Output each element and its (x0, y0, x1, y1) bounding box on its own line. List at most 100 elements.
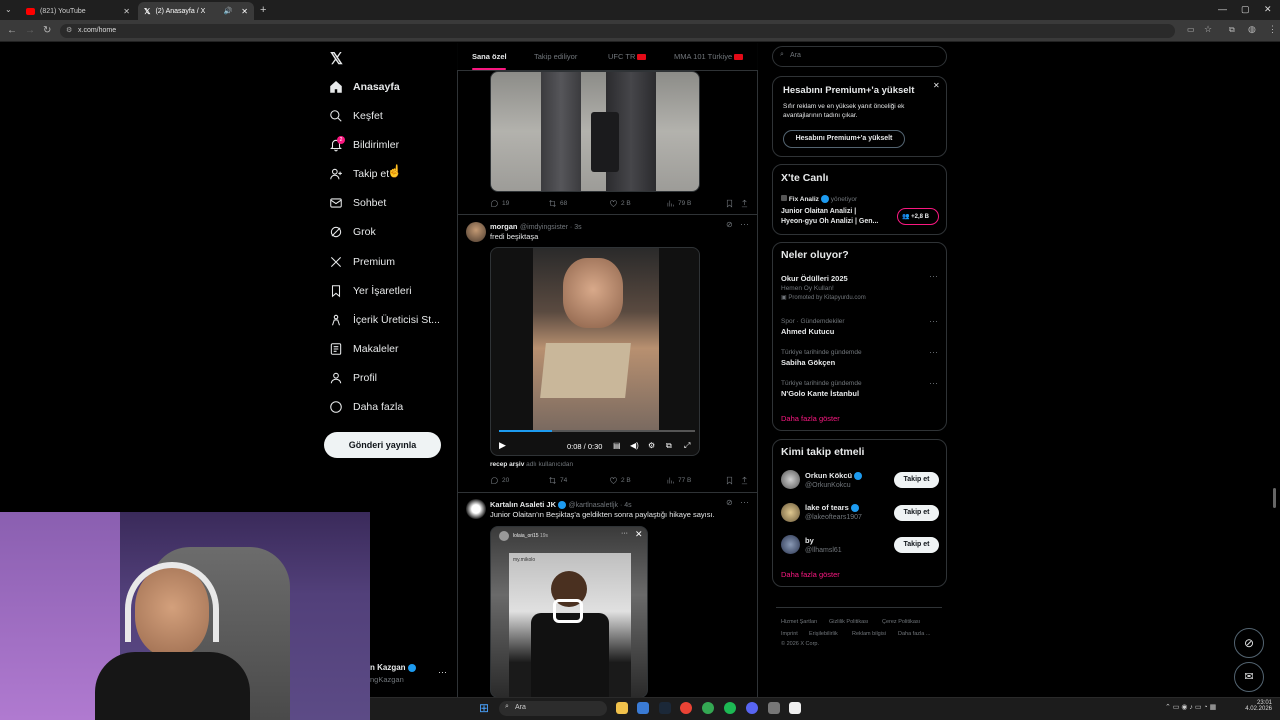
pip-icon[interactable]: ⧉ (666, 441, 672, 451)
follow-button[interactable]: Takip et (894, 505, 939, 521)
suggested-user[interactable]: Orkun Kökcü @OrkunKokcu (805, 471, 863, 489)
nav-item-creator-studio[interactable]: İçerik Üreticisi St... (329, 313, 440, 327)
bookmark-button[interactable] (725, 476, 734, 485)
nav-item-follow[interactable]: Takip et (329, 167, 389, 181)
account-name[interactable]: n Kazgan (370, 663, 416, 672)
live-listeners-badge[interactable]: 👥 +2,8 B (897, 208, 939, 225)
tab-for-you[interactable]: Sana özel (472, 52, 507, 61)
wtf-show-more[interactable]: Daha fazla göster (781, 570, 840, 579)
extensions-icon[interactable]: ⧉ (1229, 25, 1235, 35)
video-progress-track[interactable] (499, 430, 695, 432)
bookmark-button[interactable] (725, 199, 734, 208)
x-logo-icon[interactable]: 𝕏 (330, 49, 343, 69)
install-icon[interactable]: ▭ (1187, 25, 1195, 34)
nav-item-premium[interactable]: Premium (329, 255, 395, 269)
author-handle[interactable]: @kartlnasaletljk · 4s (569, 502, 632, 509)
live-line1[interactable]: Junior Olaitan Analizi | (781, 208, 856, 215)
nav-item-bookmarks[interactable]: Yer İşaretleri (329, 284, 412, 298)
maximize-icon[interactable]: ▢ (1241, 4, 1250, 15)
footer-link[interactable]: Imprint (781, 631, 798, 637)
post-image[interactable]: lolaia_ori15 19s ··· ✕ my.mikolo (490, 526, 648, 698)
author-name[interactable]: Kartalın Asaleti JK (490, 500, 556, 509)
footer-link[interactable]: Daha fazla ... (898, 631, 930, 637)
fullscreen-icon[interactable]: ⤢ (684, 441, 690, 451)
nav-item-home[interactable]: Anasayfa (329, 80, 400, 94)
trends-show-more[interactable]: Daha fazla göster (781, 414, 840, 423)
grok-icon[interactable]: ⊘ (726, 498, 733, 507)
live-host[interactable]: Fix Analiz yönetiyor (781, 195, 857, 204)
bookmark-star-icon[interactable]: ☆ (1204, 24, 1212, 35)
tab-ufc-tr[interactable]: UFC TR (608, 52, 647, 61)
windows-start-icon[interactable]: ⊞ (479, 701, 489, 715)
site-info-icon[interactable]: ⚙ (66, 26, 72, 34)
nav-item-profile[interactable]: Profil (329, 371, 377, 385)
share-button[interactable] (740, 199, 749, 208)
grok-icon[interactable]: ⊘ (726, 220, 733, 229)
repost-button[interactable]: 74 (548, 476, 567, 485)
share-button[interactable] (740, 476, 749, 485)
taskbar-search[interactable]: Ara (499, 701, 607, 716)
messages-fab[interactable]: ✉ (1234, 662, 1264, 692)
suggested-user[interactable]: lake of tears @lakeoftears1907 (805, 503, 862, 521)
close-icon[interactable]: ✕ (933, 81, 940, 90)
play-icon[interactable]: ▶ (499, 440, 506, 451)
views-button[interactable]: 79 B (666, 199, 691, 208)
footer-link[interactable]: Gizlilik Politikası (829, 619, 868, 625)
close-icon[interactable]: ✕ (123, 7, 130, 16)
source-name[interactable]: recep arşiv (490, 461, 524, 468)
suggested-user[interactable]: by @llhamsl61 (805, 536, 842, 554)
views-button[interactable]: 77 B (666, 476, 691, 485)
tray-icons[interactable]: ⌃ ▭ ◉ ♪ ▭ ◔ ▦ (1165, 703, 1216, 711)
url-input[interactable]: x.com/home (60, 24, 1175, 38)
account-more-icon[interactable]: ··· (438, 667, 447, 677)
post-more-icon[interactable]: ··· (740, 219, 749, 229)
post-video[interactable]: ▶ 0:08 / 0:30 ▤ ◀) ⚙ ⧉ ⤢ (490, 247, 700, 456)
tab-youtube[interactable]: (821) YouTube ✕ (20, 2, 136, 20)
discord-icon[interactable] (746, 702, 758, 714)
footer-link[interactable]: Erişilebilirlik (809, 631, 838, 637)
like-button[interactable]: 2 B (609, 476, 631, 485)
back-icon[interactable]: ← (7, 25, 17, 36)
settings-icon[interactable]: ⚙ (648, 441, 655, 450)
follow-button[interactable]: Takip et (894, 537, 939, 553)
trend-item[interactable]: Türkiye tarihinde gündemde N'Golo Kante … (781, 380, 862, 398)
tab-list-icon[interactable]: ⌄ (5, 5, 12, 14)
trend-more-icon[interactable]: ··· (929, 271, 938, 281)
avatar[interactable] (466, 499, 486, 519)
chrome-icon[interactable] (680, 702, 692, 714)
window-close-icon[interactable]: ✕ (1264, 4, 1272, 15)
reload-icon[interactable]: ↻ (43, 25, 51, 36)
nav-item-grok[interactable]: Grok (329, 225, 376, 239)
profile-icon[interactable]: ◍ (1248, 24, 1256, 35)
avatar[interactable] (466, 222, 486, 242)
forward-icon[interactable]: → (25, 25, 35, 36)
settings-icon[interactable] (768, 702, 780, 714)
browser-menu-icon[interactable]: ⋮ (1268, 24, 1277, 35)
post-button[interactable]: Gönderi yayınla (324, 432, 441, 458)
nav-item-more[interactable]: Daha fazla (329, 400, 403, 414)
footer-link[interactable]: Çerez Politikası (882, 619, 920, 625)
follow-button[interactable]: Takip et (894, 472, 939, 488)
reply-button[interactable]: 19 (490, 199, 509, 208)
trend-more-icon[interactable]: ··· (929, 347, 938, 357)
volume-icon[interactable]: ◀) (630, 441, 639, 450)
captions-icon[interactable]: ▤ (613, 441, 621, 450)
author-name[interactable]: morgan (490, 222, 518, 231)
live-line2[interactable]: Hyeon-gyu Oh Analizi | Gen... (781, 218, 878, 225)
post-image[interactable] (490, 71, 700, 192)
repost-button[interactable]: 68 (548, 199, 567, 208)
tab-following[interactable]: Takip ediliyor (534, 52, 577, 61)
tab-mma-101[interactable]: MMA 101 Türkiye (674, 52, 744, 61)
minimize-icon[interactable]: — (1218, 4, 1227, 14)
trend-item[interactable]: Okur Ödülleri 2025 Hemen Oy Kullan! ▣ Pr… (781, 274, 866, 301)
avatar[interactable] (781, 535, 800, 554)
reply-button[interactable]: 20 (490, 476, 509, 485)
tab-x[interactable]: 𝕏 (2) Anasayfa / X 🔊 ✕ (138, 2, 254, 20)
new-tab-icon[interactable]: + (260, 4, 266, 16)
premium-upgrade-button[interactable]: Hesabını Premium+'a yükselt (783, 130, 905, 148)
like-button[interactable]: 2 B (609, 199, 631, 208)
store-icon[interactable] (637, 702, 649, 714)
search-input[interactable]: Ara (772, 46, 947, 67)
spotify-icon[interactable] (724, 702, 736, 714)
author-handle[interactable]: @imdyingsister · 3s (520, 224, 582, 231)
